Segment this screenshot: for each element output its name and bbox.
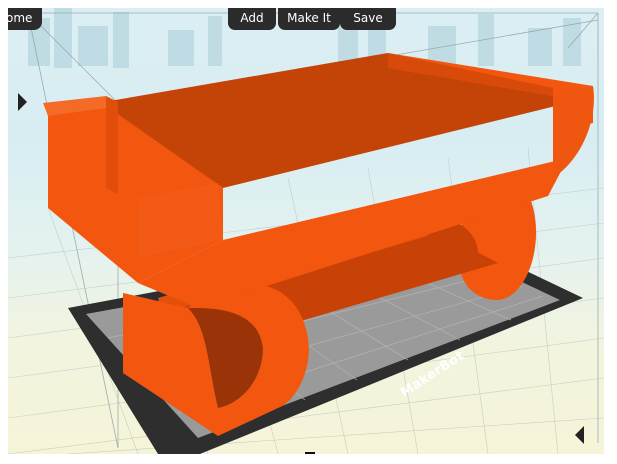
save-button[interactable]: Save <box>340 8 396 30</box>
add-button-label: Add <box>240 11 264 25</box>
bottom-edge-marker <box>305 452 315 454</box>
home-button-label: ome <box>8 11 33 25</box>
home-button[interactable]: ome <box>8 8 42 30</box>
make-it-button[interactable]: Make It <box>278 8 340 30</box>
add-button[interactable]: Add <box>228 8 276 30</box>
save-button-label: Save <box>353 11 383 25</box>
scene-canvas <box>8 8 604 454</box>
3d-viewport[interactable]: ome Add Make It Save MakerBot <box>8 8 604 454</box>
expand-right-panel-icon[interactable] <box>575 426 584 444</box>
expand-left-panel-icon[interactable] <box>18 93 27 111</box>
make-it-button-label: Make It <box>287 11 331 25</box>
